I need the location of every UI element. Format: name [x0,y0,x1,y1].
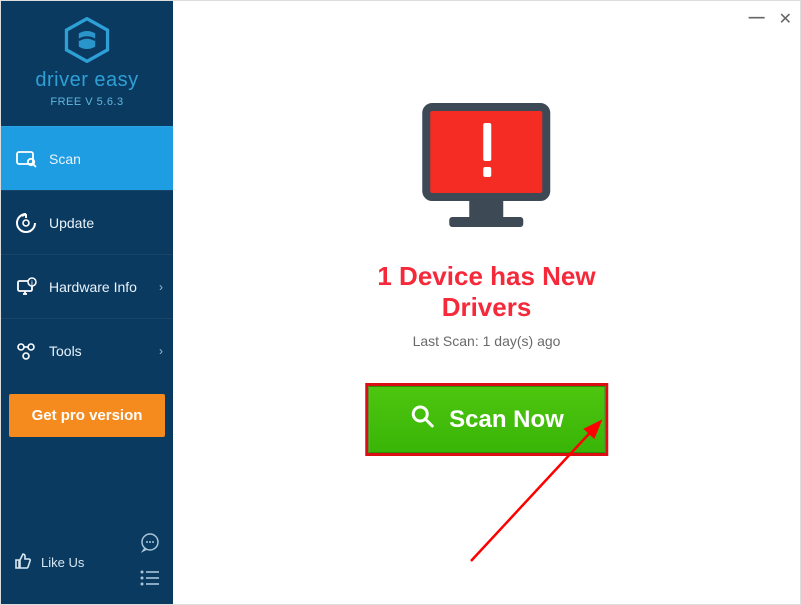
nav-scan-label: Scan [49,151,81,167]
chevron-right-icon: › [159,280,163,294]
sidebar-footer: Like Us [1,522,173,604]
thumbs-up-icon [13,551,33,574]
scan-now-label: Scan Now [449,406,564,434]
monitor-alert-icon [412,101,562,241]
scan-now-button[interactable]: Scan Now [368,386,605,453]
nav-hardware-info[interactable]: i Hardware Info › [1,254,173,318]
minimize-button[interactable]: — [749,9,765,29]
nav-tools[interactable]: Tools › [1,318,173,382]
tools-icon [15,341,37,361]
nav: Scan Update i Hardware Info › Tools [1,126,173,382]
main-panel: — ✕ 1 Device has New Drivers Last Scan: … [173,1,800,604]
nav-hardware-label: Hardware Info [49,279,137,295]
logo-icon [62,17,112,63]
like-us-label: Like Us [41,555,84,570]
logo-text: driver easy [35,69,138,92]
get-pro-label: Get pro version [32,407,143,424]
logo-version: FREE V 5.6.3 [50,96,123,108]
hardware-info-icon: i [15,277,37,297]
window-controls: — ✕ [749,9,792,29]
update-icon [15,213,37,233]
nav-update-label: Update [49,215,94,231]
feedback-icon[interactable] [139,532,161,559]
like-us-button[interactable]: Like Us [13,551,84,574]
nav-scan[interactable]: Scan [1,126,173,190]
chevron-right-icon: › [159,344,163,358]
scan-now-highlight: Scan Now [365,383,608,456]
scan-summary: 1 Device has New Drivers Last Scan: 1 da… [330,101,644,456]
logo-block: driver easy FREE V 5.6.3 [1,1,173,120]
scan-icon [15,150,37,168]
app-window: driver easy FREE V 5.6.3 Scan Update i [0,0,801,605]
menu-list-icon[interactable] [139,569,161,592]
search-icon [409,403,435,436]
nav-tools-label: Tools [49,343,82,359]
get-pro-button[interactable]: Get pro version [9,394,165,437]
scan-headline: 1 Device has New Drivers [330,261,644,323]
sidebar: driver easy FREE V 5.6.3 Scan Update i [1,1,173,604]
close-button[interactable]: ✕ [779,9,792,29]
nav-update[interactable]: Update [1,190,173,254]
last-scan-text: Last Scan: 1 day(s) ago [413,333,561,349]
